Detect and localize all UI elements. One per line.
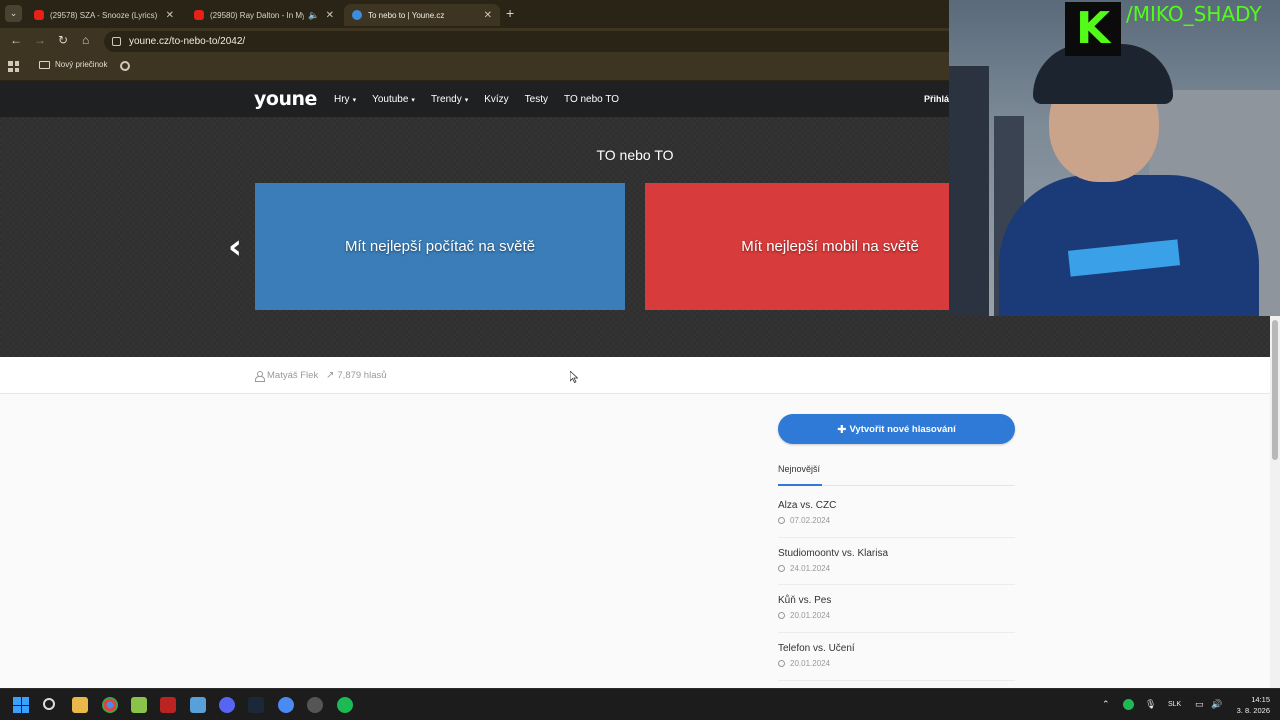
poll-date: 20.01.2024: [778, 659, 1015, 668]
tab-newest[interactable]: Nejnovější: [778, 464, 820, 474]
tab-active-indicator: [778, 484, 822, 486]
image-viewer-icon[interactable]: [190, 697, 206, 713]
poll-title[interactable]: Alza vs. CZC: [778, 500, 1015, 511]
poll-title[interactable]: Telefon vs. Učení: [778, 643, 1015, 654]
poll-date: 07.02.2024: [778, 516, 1015, 525]
chevron-down-icon: ▾: [352, 96, 357, 104]
tab-title: To nebo to | Youne.cz: [368, 10, 445, 20]
chrome-icon[interactable]: [102, 697, 118, 713]
obs-icon[interactable]: [307, 697, 323, 713]
tab-search-button[interactable]: ⌄: [5, 5, 22, 22]
url-text: youne.cz/to-nebo-to/2042/: [129, 36, 246, 47]
author-name[interactable]: Matyáš Flek: [267, 370, 318, 381]
clock-icon: [778, 564, 785, 572]
speaker-icon[interactable]: 🔈: [308, 10, 319, 21]
poll-title[interactable]: Kůň vs. Pes: [778, 595, 1015, 606]
clock-time: 14:15: [1251, 695, 1270, 704]
tab-sza-snooze[interactable]: (29578) SZA - Snooze (Lyrics) - ✕: [26, 4, 182, 26]
monitor-icon[interactable]: ▭: [1195, 699, 1204, 710]
latest-polls-list: Alza vs. CZC 07.02.2024 Studiomoontv vs.…: [778, 490, 1015, 681]
line-chart-icon: ↗: [326, 370, 335, 381]
clock-icon: [778, 660, 785, 668]
system-clock[interactable]: 14:15 3. 8. 2026: [1226, 694, 1270, 716]
site-info-icon[interactable]: [112, 37, 121, 46]
nav-item-kvizy[interactable]: Kvízy: [484, 94, 508, 105]
kick-logo-icon: K: [1065, 2, 1121, 56]
author-info: Matyáš Flek: [255, 370, 318, 382]
spotify-tray-icon[interactable]: [1123, 699, 1134, 710]
discord-icon[interactable]: [219, 697, 235, 713]
home-icon[interactable]: ⌂: [82, 33, 89, 47]
vote-count: ↗ 7,879 hlasů: [326, 370, 387, 381]
nav-item-hry[interactable]: Hry ▾: [334, 94, 356, 105]
nav-item-youtube[interactable]: Youtube ▾: [372, 94, 415, 105]
chevron-up-icon[interactable]: ⌃: [1102, 699, 1110, 710]
nav-item-testy[interactable]: Testy: [525, 94, 548, 105]
youtube-icon: [194, 10, 204, 20]
nav-item-trendy[interactable]: Trendy ▾: [431, 94, 468, 105]
login-link[interactable]: Přihlá: [924, 94, 949, 104]
clock-icon: [778, 612, 785, 620]
list-item[interactable]: Alza vs. CZC 07.02.2024: [778, 490, 1015, 538]
create-poll-button[interactable]: ✚ Vytvořit nové hlasování: [778, 414, 1015, 444]
folder-icon: [39, 60, 50, 69]
spotify-icon[interactable]: [337, 697, 353, 713]
main-nav: Hry ▾ Youtube ▾ Trendy ▾ Kvízy Testy TO neb…: [334, 81, 635, 117]
tab-title: (29578) SZA - Snooze (Lyrics) -: [50, 10, 160, 20]
windows-taskbar: ⌃ 🎙 SLK ▭ 🔊 14:15 3. 8. 2026: [0, 688, 1280, 720]
youne-icon: [352, 10, 362, 20]
option-b-label: Mít nejlepší mobil na světě: [741, 238, 919, 255]
nav-item-to-nebo-to[interactable]: TO nebo TO: [564, 94, 619, 105]
close-icon[interactable]: ✕: [166, 10, 174, 21]
search-icon[interactable]: [43, 698, 55, 710]
youne-logo[interactable]: youne: [254, 88, 317, 110]
scrollbar-thumb[interactable]: [1272, 320, 1278, 460]
mouse-cursor-icon: [570, 371, 578, 383]
poll-meta-bar: Matyáš Flek ↗ 7,879 hlasů: [0, 357, 1270, 394]
close-icon[interactable]: ✕: [326, 10, 334, 21]
reload-icon[interactable]: ↻: [58, 33, 68, 47]
list-item[interactable]: Telefon vs. Učení 20.01.2024: [778, 633, 1015, 681]
option-a-label: Mít nejlepší počítač na světě: [344, 238, 536, 255]
option-a-button[interactable]: Mít nejlepší počítač na světě: [255, 183, 625, 310]
language-indicator[interactable]: SLK: [1168, 701, 1181, 708]
clock-date: 3. 8. 2026: [1236, 706, 1270, 715]
list-item[interactable]: Studiomoontv vs. Klarisa 24.01.2024: [778, 538, 1015, 586]
windows-start-icon[interactable]: [13, 697, 29, 713]
volume-icon[interactable]: 🔊: [1211, 699, 1222, 710]
chevron-down-icon: ▾: [464, 96, 469, 104]
building-shape: [949, 66, 989, 316]
file-explorer-icon[interactable]: [72, 697, 88, 713]
bookmark-folder[interactable]: Nový priečinok: [39, 60, 107, 69]
list-item[interactable]: Kůň vs. Pes 20.01.2024: [778, 585, 1015, 634]
new-tab-button[interactable]: +: [506, 5, 514, 21]
chrome-active-icon[interactable]: [278, 697, 294, 713]
microphone-icon[interactable]: 🎙: [1145, 699, 1156, 710]
steam-icon[interactable]: [248, 697, 264, 713]
back-arrow-icon[interactable]: ←: [10, 33, 22, 47]
youtube-icon: [34, 10, 44, 20]
page-scrollbar[interactable]: [1270, 316, 1280, 688]
close-icon[interactable]: ✕: [484, 10, 492, 21]
chevron-left-icon[interactable]: ‹: [228, 230, 242, 264]
tab-title: (29580) Ray Dalton - In My: [210, 10, 305, 20]
vote-count-text: 7,879 hlasů: [337, 370, 387, 381]
chevron-down-icon: ▾: [411, 96, 415, 104]
globe-icon[interactable]: [120, 61, 130, 71]
create-poll-label: Vytvořit nové hlasování: [849, 423, 956, 435]
forward-arrow-icon[interactable]: →: [34, 33, 46, 47]
tab-ray-dalton[interactable]: (29580) Ray Dalton - In My 🔈 ✕: [186, 4, 342, 26]
user-icon: [255, 370, 265, 382]
bookmark-folder-label: Nový priečinok: [55, 60, 108, 69]
poll-title[interactable]: Studiomoontv vs. Klarisa: [778, 548, 1015, 559]
clock-icon: [778, 517, 785, 524]
app-icon[interactable]: [160, 697, 176, 713]
tab-youne-active[interactable]: To nebo to | Youne.cz ✕: [344, 4, 500, 26]
poll-date: 24.01.2024: [778, 564, 1015, 573]
poll-date: 20.01.2024: [778, 611, 1015, 620]
notepad-icon[interactable]: [131, 697, 147, 713]
plus-icon: ✚: [837, 423, 847, 436]
streamer-handle: /MIKO_SHADY: [1126, 2, 1262, 26]
apps-grid-icon[interactable]: [8, 61, 19, 72]
